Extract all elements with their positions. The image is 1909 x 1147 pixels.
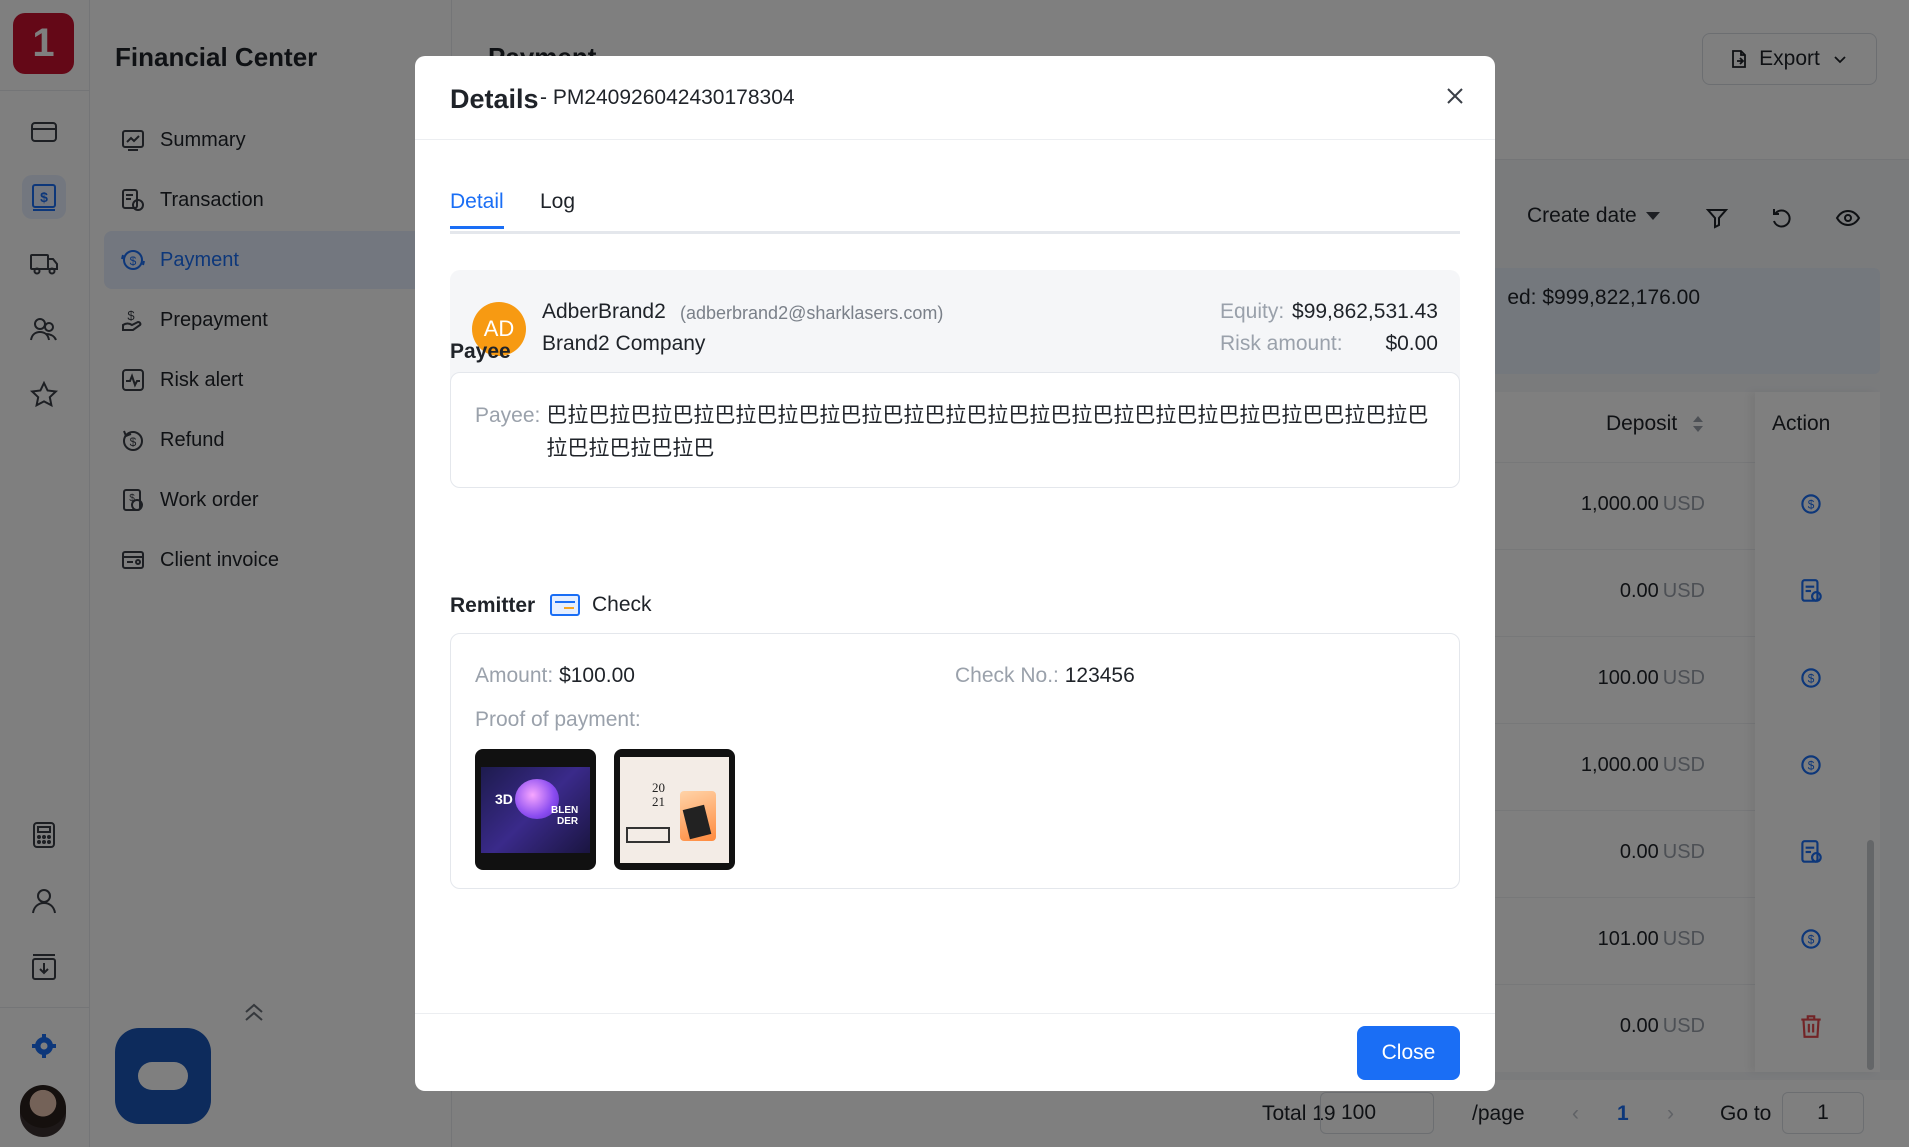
risk-amount-row: Risk amount: $0.00: [1220, 332, 1438, 356]
details-modal: Details - PM240926042430178304 Detail Lo…: [415, 56, 1495, 1091]
payee-value: 巴拉巴拉巴拉巴拉巴拉巴拉巴拉巴拉巴拉巴拉巴拉巴拉巴拉巴拉巴拉巴拉巴拉巴拉巴巴拉巴…: [546, 404, 1429, 460]
payee-section-label: Payee: [450, 340, 511, 363]
tab-detail[interactable]: Detail: [450, 190, 504, 229]
equity-label: Equity:: [1220, 300, 1285, 323]
proof-image-thumbnail[interactable]: 3D BLEN DER: [475, 749, 596, 870]
remitter-box: Amount: $100.00 Check No.: 123456 Proof …: [450, 633, 1460, 889]
close-icon[interactable]: [1441, 82, 1469, 110]
payment-id: - PM240926042430178304: [540, 86, 795, 109]
risk-amount-value: $0.00: [1385, 332, 1438, 355]
equity-row: Equity: $99,862,531.43: [1220, 300, 1438, 324]
proof-of-payment-label: Proof of payment:: [475, 708, 641, 731]
risk-amount-label: Risk amount:: [1220, 332, 1343, 355]
modal-footer: Close: [415, 1013, 1495, 1091]
client-company: Brand2 Company: [542, 332, 706, 355]
tab-bar: Detail Log: [450, 190, 1460, 234]
modal-title: Details: [450, 84, 539, 114]
client-name: AdberBrand2: [542, 300, 666, 323]
proof-image-thumbnail[interactable]: 20 21: [614, 749, 735, 870]
payment-method-label: Check: [592, 593, 652, 616]
check-number-label: Check No.:: [955, 664, 1059, 687]
payee-field: Payee: 巴拉巴拉巴拉巴拉巴拉巴拉巴拉巴拉巴拉巴拉巴拉巴拉巴拉巴拉巴拉巴拉巴…: [475, 399, 1435, 465]
amount-field: Amount: $100.00: [475, 664, 635, 688]
check-number-field: Check No.: 123456: [955, 664, 1135, 688]
remitter-section-label: Remitter: [450, 594, 536, 617]
payee-label: Payee:: [475, 404, 541, 427]
modal-header: Details - PM240926042430178304: [415, 56, 1495, 140]
tab-log[interactable]: Log: [540, 190, 575, 226]
check-number-value: 123456: [1064, 664, 1135, 687]
close-button[interactable]: Close: [1357, 1026, 1460, 1080]
amount-value: $100.00: [559, 664, 635, 687]
client-email: (adberbrand2@sharklasers.com): [680, 303, 944, 323]
payment-method: Check: [550, 593, 652, 617]
payee-box: Payee: 巴拉巴拉巴拉巴拉巴拉巴拉巴拉巴拉巴拉巴拉巴拉巴拉巴拉巴拉巴拉巴拉巴…: [450, 372, 1460, 488]
equity-value: $99,862,531.43: [1292, 300, 1438, 323]
check-card-icon: [550, 594, 580, 616]
amount-label: Amount:: [475, 664, 554, 687]
